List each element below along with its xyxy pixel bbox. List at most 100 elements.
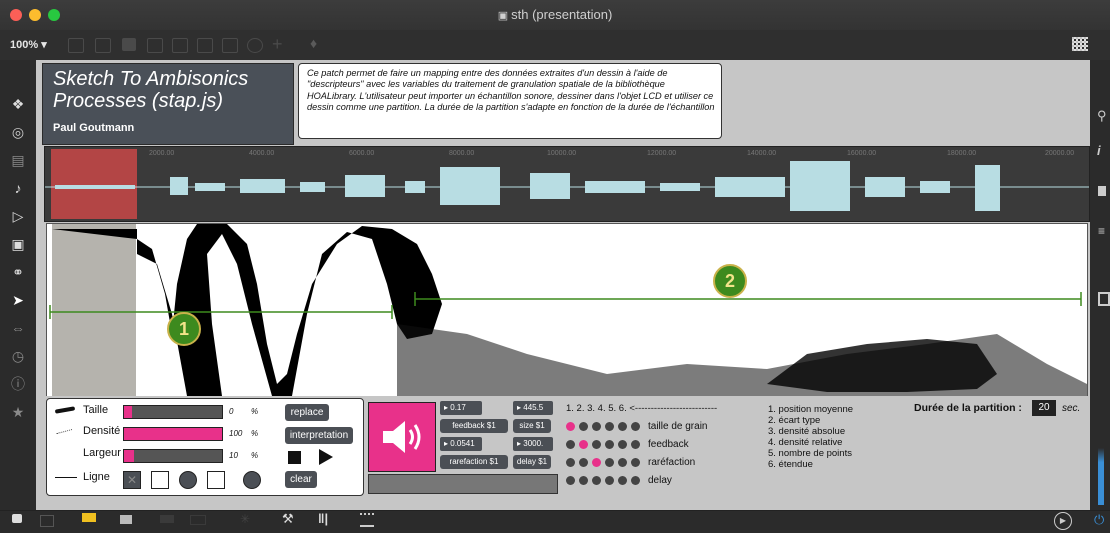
toolbar-presentation-icon[interactable] [95,38,111,53]
waveform-display[interactable]: 2000.00 4000.00 6000.00 8000.00 10000.00… [44,146,1090,222]
film-icon[interactable]: ▤ [10,152,26,168]
edit-mode-icon[interactable] [40,515,54,527]
matrix-cell[interactable] [579,458,588,467]
matrix-cell[interactable] [566,458,575,467]
largeur-slider[interactable] [123,449,223,463]
matrix-cell[interactable] [592,476,601,485]
waveform-tick: 12000.00 [647,150,677,157]
ligne-label: Ligne [83,471,110,483]
paperclip-icon[interactable]: ⚭ [10,264,26,280]
mapping-matrix[interactable] [564,418,644,490]
matrix-cell[interactable] [631,422,640,431]
clear-button[interactable]: clear [285,471,317,488]
document-icon: ▣ [497,10,512,22]
description-comment: Ce patch permet de faire un mapping entr… [298,63,722,139]
mixer-icon[interactable]: ‖| [318,511,328,526]
matrix-cell[interactable] [592,458,601,467]
taille-slider[interactable] [123,405,223,419]
wrench-icon[interactable]: ⚒ [282,511,294,527]
rarefaction-message[interactable]: rarefaction $1 [440,455,508,469]
inspector-icon[interactable]: i [1097,143,1101,158]
toolbar-add-icon[interactable]: + [272,34,283,55]
number-box-3[interactable]: ▸ 0.0541 [440,437,482,451]
matrix-cell[interactable] [592,440,601,449]
toolbar-clock-icon[interactable] [247,38,263,53]
grid-view-icon[interactable] [1072,37,1088,51]
waveform-tick: 4000.00 [249,150,275,157]
circle-tool-button[interactable] [179,471,197,489]
info-icon[interactable]: ⓘ [10,376,26,392]
number-box-1[interactable]: ▸ 0.17 [440,401,482,415]
matrix-cell[interactable] [605,476,614,485]
matrix-cell[interactable] [566,422,575,431]
brush-tool-button[interactable] [151,471,169,489]
legend-item: 2. écart type [768,415,821,426]
snap-icon[interactable] [190,515,206,525]
new-object-icon[interactable]: ❖ [10,96,26,112]
connect-icon[interactable]: ⇔ [10,320,26,336]
replace-button[interactable]: replace [285,404,329,421]
matrix-cell[interactable] [579,476,588,485]
matrix-cell[interactable] [631,440,640,449]
fill-tool-button[interactable] [243,471,261,489]
toolbar-comment-icon[interactable] [122,38,136,51]
matrix-cell[interactable] [618,458,627,467]
matrix-cell[interactable] [618,440,627,449]
audio-status-icon[interactable]: ▶ [1054,512,1072,530]
matrix-cell[interactable] [605,440,614,449]
audio-toggle-button[interactable] [368,402,436,472]
layers-icon[interactable] [120,515,132,524]
window-title-text: sth (presentation) [511,7,613,22]
search-icon[interactable]: ⚲ [1097,108,1107,124]
matrix-cell[interactable] [579,440,588,449]
grid-icon[interactable] [160,515,174,523]
marker-1-badge: 1 [167,312,201,346]
number-box-2[interactable]: ▸ 445.5 [513,401,553,415]
keyboard-icon[interactable] [360,513,374,527]
step-icon[interactable]: ▷ [10,208,26,224]
presentation-mode-icon[interactable] [82,513,96,522]
delay-message[interactable]: delay $1 [513,455,551,469]
star-icon[interactable]: ★ [10,404,26,420]
matrix-cell[interactable] [631,458,640,467]
duration-number-box[interactable]: 20 [1032,400,1056,416]
toolbar-play-icon[interactable] [197,38,213,53]
matrix-cell[interactable] [618,422,627,431]
toolbar-drop-icon[interactable]: ♦ [310,35,317,51]
matrix-cell[interactable] [592,422,601,431]
power-icon[interactable]: ⏻ [1094,512,1104,528]
toolbar-target-icon[interactable] [172,38,188,53]
eraser-x-button[interactable]: ✕ [123,471,141,489]
size-message[interactable]: size $1 [513,419,551,433]
matrix-cell[interactable] [605,458,614,467]
matrix-cell[interactable] [605,422,614,431]
lcd-drawing-canvas[interactable]: 1 2 [46,223,1088,397]
matrix-cell[interactable] [631,476,640,485]
object-icon[interactable] [1098,292,1110,306]
target-icon[interactable]: ◎ [10,124,26,140]
zoom-menu[interactable]: 100% ▾ [10,38,47,51]
stop-icon[interactable] [288,451,301,464]
densite-slider[interactable] [123,427,223,441]
sidebar-panel-icon[interactable] [1098,186,1106,196]
clock-icon[interactable]: ◷ [10,348,26,364]
matrix-cell[interactable] [566,476,575,485]
waveform-tick: 6000.00 [349,150,375,157]
toolbar-close-box-icon[interactable] [147,38,163,53]
number-box-4[interactable]: ▸ 3000. [513,437,553,451]
interpretation-button[interactable]: interpretation [285,427,353,444]
matrix-cell[interactable] [566,440,575,449]
play-icon[interactable] [319,449,333,465]
toolbar-window-icon[interactable] [68,38,84,53]
list-icon[interactable]: ≡ [1098,224,1105,238]
matrix-cell[interactable] [618,476,627,485]
feedback-message[interactable]: feedback $1 [440,419,508,433]
eraser-tool-button[interactable] [207,471,225,489]
toolbar-minus-icon[interactable] [222,38,238,53]
image-icon[interactable]: ▣ [10,236,26,252]
lock-icon[interactable] [12,514,22,523]
matrix-cell[interactable] [579,422,588,431]
plug-icon[interactable]: ➤ [10,292,26,308]
debug-icon[interactable]: ✳ [240,512,250,526]
music-note-icon[interactable]: ♪ [10,180,26,196]
